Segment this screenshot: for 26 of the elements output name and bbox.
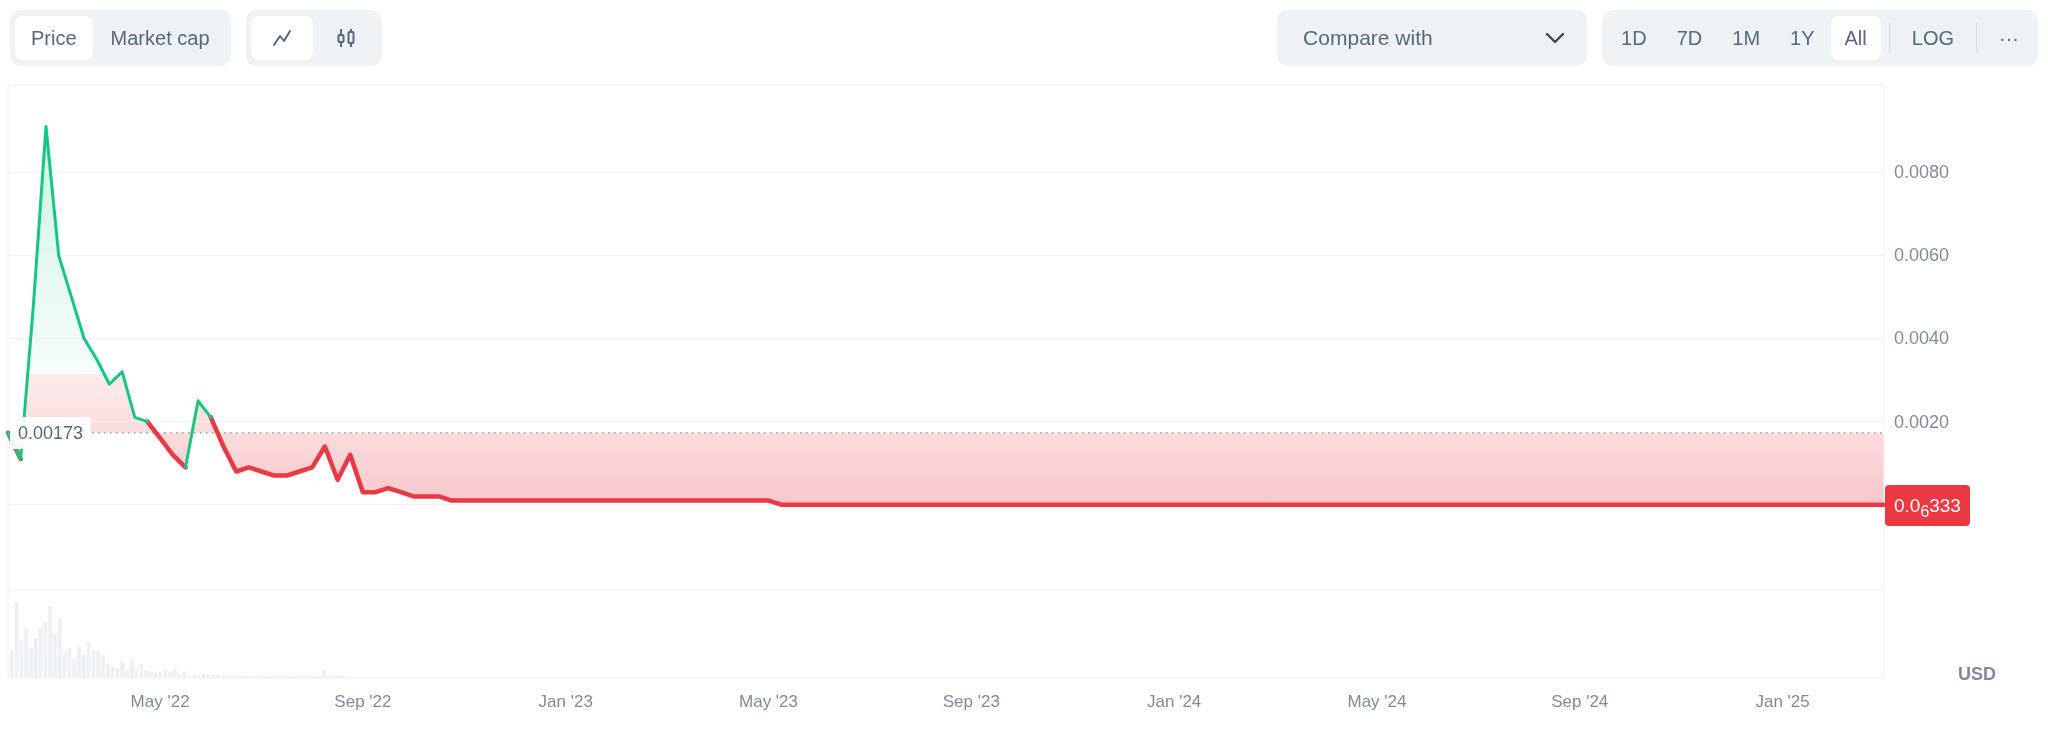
log-scale-button[interactable]: LOG [1897, 16, 1968, 60]
range-tab[interactable]: 1Y [1776, 16, 1829, 60]
range-tab[interactable]: 1M [1718, 16, 1775, 60]
axis-label: May '24 [1347, 692, 1407, 711]
range-tab[interactable]: 1D [1607, 16, 1661, 60]
axis-label: 0.0040 [1894, 328, 1950, 349]
axis-label: Jan '25 [1755, 692, 1810, 711]
axis-label: May '23 [739, 692, 799, 711]
axis-label: Sep '23 [942, 692, 1000, 711]
metric-tab[interactable]: Market cap [94, 16, 226, 60]
axis-label: Jan '24 [1147, 692, 1202, 711]
metric-tab[interactable]: Price [15, 16, 93, 60]
axis-label: 0.0060 [1894, 245, 1950, 266]
baseline-label: 0.00173 [10, 416, 92, 449]
compare-dropdown[interactable]: Compare with [1277, 10, 1588, 66]
axis-label: 0.0080 [1894, 162, 1950, 183]
axis-label: Sep '22 [334, 692, 392, 711]
range-tab[interactable]: 7D [1662, 16, 1717, 60]
axis-label: 0.0020 [1894, 411, 1950, 432]
currency-label: USD [1958, 664, 1996, 684]
axis-label: May '22 [130, 692, 190, 711]
axis-label: Sep '24 [1551, 692, 1609, 711]
range-tab[interactable]: All [1830, 16, 1881, 60]
current-price-badge: 0.0$_{6}$333 [1885, 484, 1970, 526]
axis-label: Jan '23 [538, 692, 593, 711]
more-button[interactable]: ··· [1985, 16, 2033, 60]
